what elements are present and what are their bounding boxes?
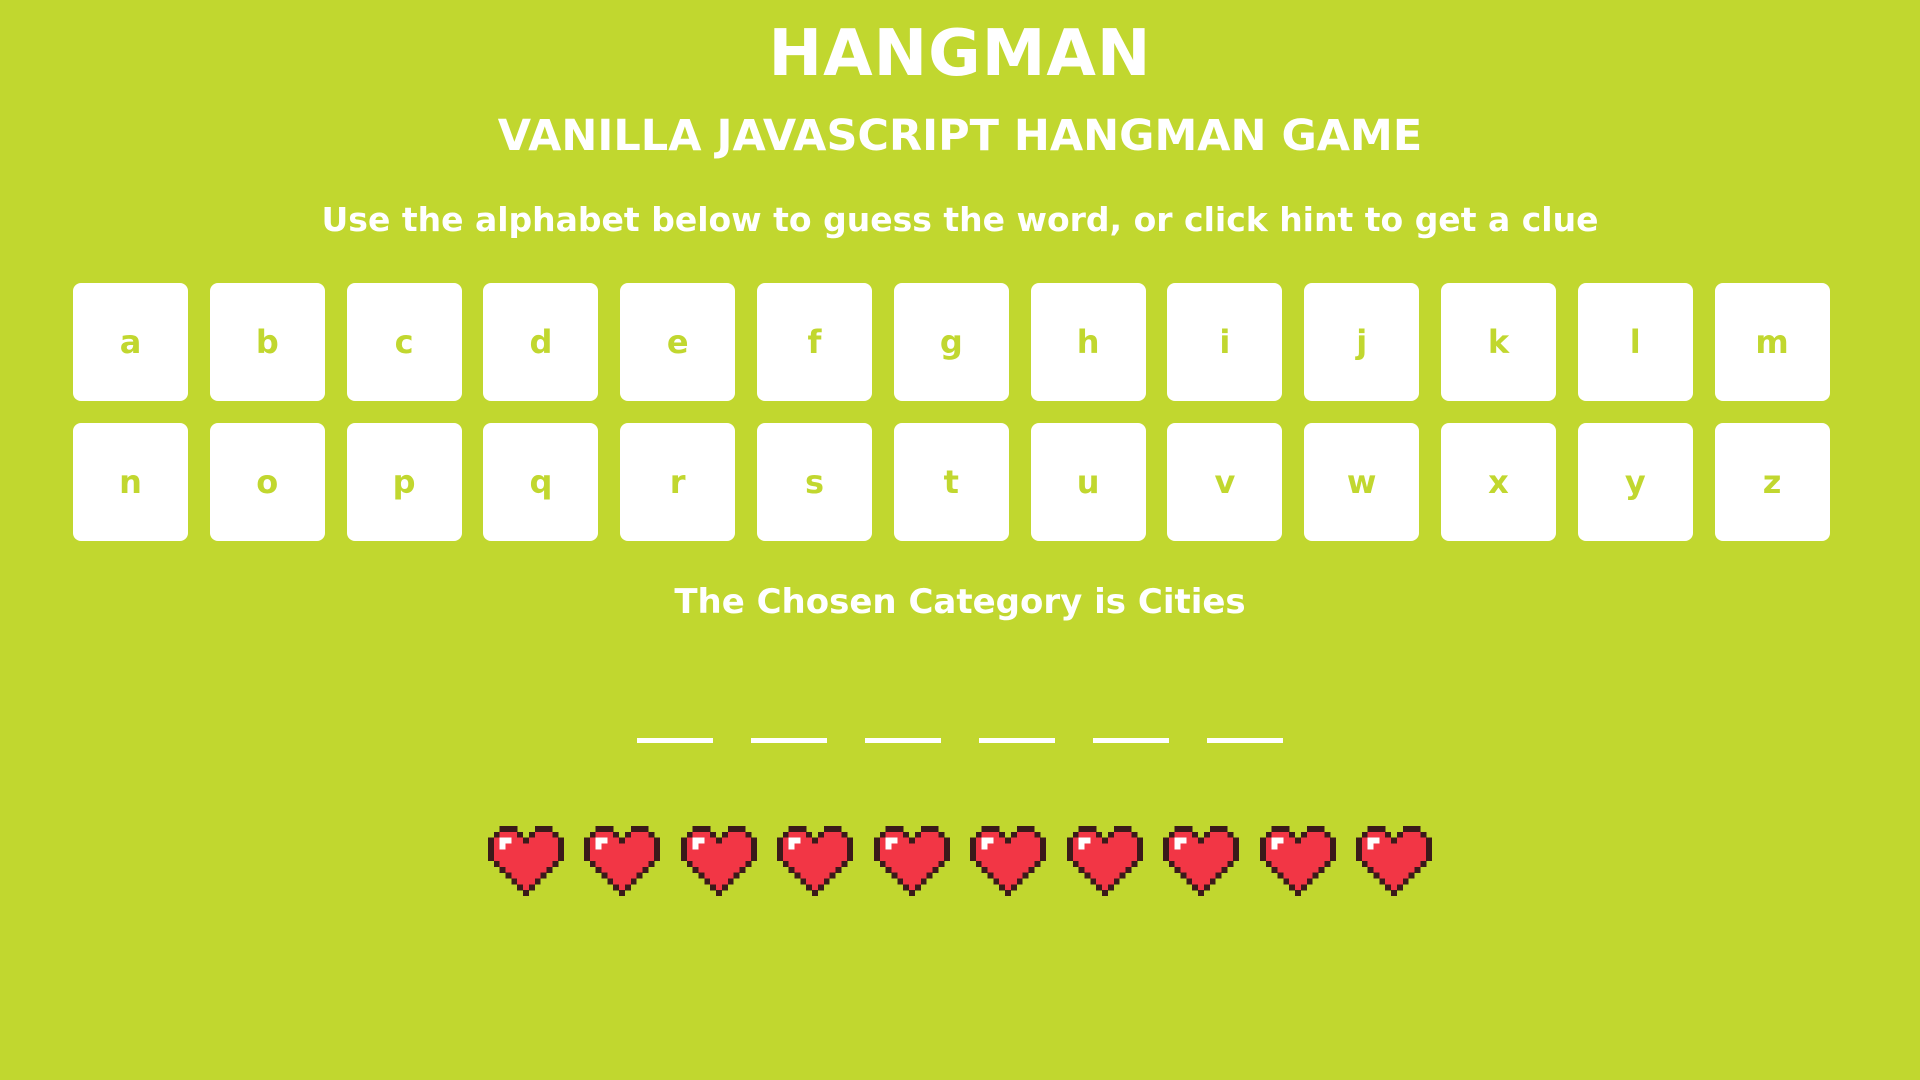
letter-key-i[interactable]: i [1167, 283, 1283, 401]
letter-key-y[interactable]: y [1577, 423, 1693, 541]
letter-key-w[interactable]: w [1304, 423, 1420, 541]
letter-key-f[interactable]: f [756, 283, 872, 401]
word-blanks [0, 738, 1920, 743]
letter-key-n[interactable]: n [73, 423, 188, 541]
alphabet-keyboard: abcdefghijklm nopqrstuvwxyz [73, 283, 1833, 541]
pixel-heart-icon [777, 826, 854, 896]
category-text: The Chosen Category is Cities [674, 582, 1246, 622]
letter-key-o[interactable]: o [209, 423, 325, 541]
pixel-heart-icon [970, 826, 1047, 896]
letter-blank [637, 738, 713, 743]
letter-key-m[interactable]: m [1714, 283, 1830, 401]
pixel-heart-icon [487, 826, 564, 896]
letter-key-z[interactable]: z [1714, 423, 1830, 541]
letter-blank [865, 738, 941, 743]
instructions-text: Use the alphabet below to guess the word… [321, 200, 1599, 239]
letter-key-s[interactable]: s [756, 423, 872, 541]
letter-key-p[interactable]: p [346, 423, 462, 541]
letter-key-k[interactable]: k [1440, 283, 1556, 401]
letter-blank [1093, 738, 1169, 743]
letter-key-c[interactable]: c [346, 283, 462, 401]
pixel-heart-icon [873, 826, 950, 896]
letter-key-t[interactable]: t [893, 423, 1009, 541]
page-subtitle: VANILLA JAVASCRIPT HANGMAN GAME [497, 111, 1423, 161]
letter-key-b[interactable]: b [209, 283, 325, 401]
letter-key-e[interactable]: e [620, 283, 736, 401]
pixel-heart-icon [1066, 826, 1143, 896]
letter-key-l[interactable]: l [1577, 283, 1693, 401]
letter-key-g[interactable]: g [893, 283, 1009, 401]
pixel-heart-icon [1259, 826, 1336, 896]
letter-key-u[interactable]: u [1030, 423, 1146, 541]
letter-key-j[interactable]: j [1304, 283, 1420, 401]
letter-key-h[interactable]: h [1030, 283, 1146, 401]
page-title: HANGMAN [768, 17, 1152, 91]
letter-key-v[interactable]: v [1167, 423, 1283, 541]
letter-key-x[interactable]: x [1440, 423, 1556, 541]
letter-blank [1207, 738, 1283, 743]
letter-key-d[interactable]: d [483, 283, 599, 401]
letter-key-a[interactable]: a [73, 283, 188, 401]
pixel-heart-icon [584, 826, 661, 896]
pixel-heart-icon [680, 826, 757, 896]
letter-key-r[interactable]: r [620, 423, 736, 541]
pixel-heart-icon [1356, 826, 1433, 896]
letter-blank [751, 738, 827, 743]
letter-key-q[interactable]: q [483, 423, 599, 541]
pixel-heart-icon [1163, 826, 1240, 896]
letter-blank [979, 738, 1055, 743]
lives-display [0, 826, 1920, 896]
